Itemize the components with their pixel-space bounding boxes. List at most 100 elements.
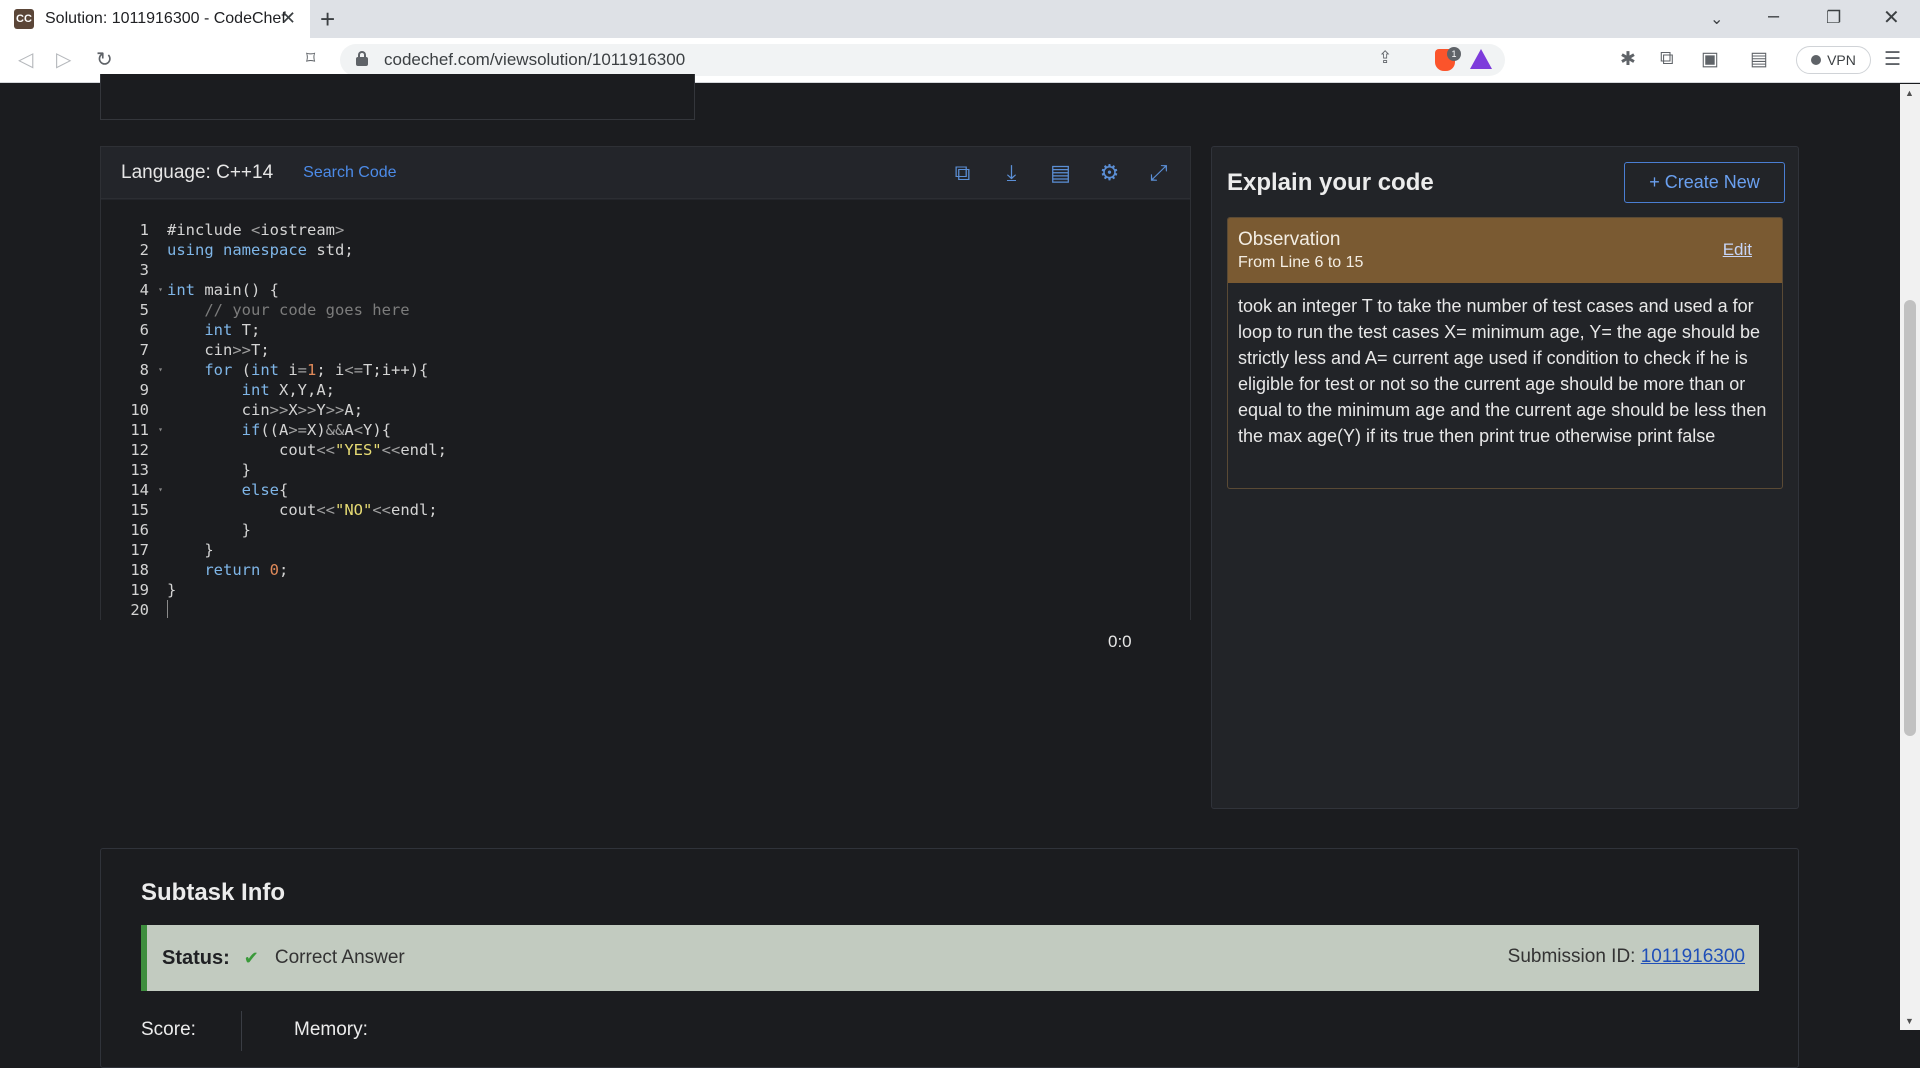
line-number-gutter: 1 2 3 4 ▾ 5 6 7 8 ▾ 9 10 11 ▾ 12 13 14 ▾ 15 16 17 18 19 20 <box>101 220 163 620</box>
observation-title: Observation <box>1238 229 1341 250</box>
shields-count-badge: 1 <box>1447 47 1461 61</box>
brave-rewards-icon[interactable] <box>1470 49 1492 69</box>
code-line: cin>>T; <box>167 341 270 359</box>
code-editor[interactable]: 1 2 3 4 ▾ 5 6 7 8 ▾ 9 10 11 ▾ 12 13 14 ▾ 15 16 17 18 19 20 #inc… <box>101 200 1190 620</box>
language-label: Language: C++14 <box>121 161 274 183</box>
observation-body: took an integer T to take the number of … <box>1228 283 1782 459</box>
previous-card-edge <box>100 74 695 120</box>
code-panel: Language: C++14 Search Code ⧉ ⤓ ▤ ⚙ ⤢ 1 2… <box>100 146 1191 620</box>
line-number: 5 <box>139 301 149 319</box>
bug-icon[interactable]: ✱ <box>1620 48 1636 71</box>
share-icon[interactable]: ⇪ <box>1378 48 1392 68</box>
lock-icon <box>356 51 368 66</box>
code-line: cin>>X>>Y>>A; <box>167 401 364 419</box>
file-icon[interactable]: ▤ <box>1047 159 1074 186</box>
code-line: cout<<"NO"<<endl; <box>167 501 438 519</box>
code-line: int main() { <box>167 281 279 299</box>
code-line: for (int i=1; i<=T;i++){ <box>204 361 429 379</box>
line-number: 8 ▾ <box>139 361 163 379</box>
line-number: 18 <box>130 561 149 579</box>
code-lines[interactable]: #include <iostream> using namespace std; i… <box>167 220 447 620</box>
status-value: Correct Answer <box>274 947 405 968</box>
observation-card: Observation From Line 6 to 15 Edit took … <box>1227 217 1783 489</box>
status-bar: Status: ✔ Correct Answer Submission ID: … <box>141 925 1759 991</box>
fold-arrow-icon[interactable]: ▾ <box>158 480 163 500</box>
fold-arrow-icon[interactable]: ▾ <box>158 360 163 380</box>
code-line: #include <iostream> <box>167 221 345 239</box>
memory-label: Memory: <box>294 1019 368 1040</box>
address-bar[interactable]: codechef.com/viewsolution/1011916300 ⇪ 1 <box>340 44 1505 76</box>
line-number: 16 <box>130 521 149 539</box>
code-line: if((A>=X)&&A<Y){ <box>241 421 392 439</box>
bookmark-icon[interactable]: ⌑ <box>306 48 315 69</box>
tab-title: Solution: 1011916300 - CodeChef <box>45 10 286 27</box>
line-number: 2 <box>139 241 149 259</box>
line-number: 1 <box>139 221 149 239</box>
fold-arrow-icon[interactable]: ▾ <box>158 420 163 440</box>
sidebar-icon[interactable]: ▣ <box>1701 48 1719 71</box>
line-number: 19 <box>130 581 149 599</box>
menu-icon[interactable]: ☰ <box>1884 48 1901 71</box>
back-icon[interactable]: ◁ <box>18 47 33 72</box>
explain-title: Explain your code <box>1227 169 1434 196</box>
scroll-down-arrow-icon[interactable]: ▼ <box>1905 1016 1914 1026</box>
close-window-icon[interactable]: ✕ <box>1883 5 1900 30</box>
code-line: } <box>167 581 177 599</box>
explain-code-panel: Explain your code + Create New Observati… <box>1211 146 1799 809</box>
settings-icon[interactable]: ⚙ <box>1096 159 1123 186</box>
code-line: cout<<"YES"<<endl; <box>167 441 447 459</box>
status-label: Status: <box>162 946 230 969</box>
fold-arrow-icon[interactable]: ▾ <box>158 280 163 300</box>
code-line: } <box>167 521 251 539</box>
page-scrollbar[interactable]: ▲ ▼ <box>1900 84 1920 1030</box>
text-cursor <box>167 600 168 618</box>
search-code-link[interactable]: Search Code <box>303 164 396 182</box>
line-number: 11 ▾ <box>130 421 163 439</box>
create-new-button[interactable]: + Create New <box>1624 162 1785 203</box>
observation-header: Observation From Line 6 to 15 Edit <box>1228 218 1782 283</box>
vpn-status-icon <box>1811 55 1822 65</box>
browser-tab-active[interactable]: CC Solution: 1011916300 - CodeChef ✕ <box>0 0 310 38</box>
reload-icon[interactable]: ↻ <box>96 47 113 72</box>
line-number: 6 <box>139 321 149 339</box>
observation-range: From Line 6 to 15 <box>1238 254 1364 271</box>
line-number: 17 <box>130 541 149 559</box>
line-number: 20 <box>130 601 149 619</box>
new-tab-plus-icon[interactable]: + <box>320 4 335 35</box>
download-icon[interactable]: ⤓ <box>998 159 1025 186</box>
minimize-icon[interactable]: – <box>1768 5 1779 28</box>
vpn-button[interactable]: VPN <box>1796 46 1871 74</box>
cursor-position: 0:0 <box>1108 632 1132 651</box>
expand-icon[interactable]: ⤢ <box>1145 159 1172 186</box>
line-number: 4 ▾ <box>139 281 163 299</box>
line-number: 9 <box>139 381 149 399</box>
code-line: else{ <box>241 481 289 499</box>
code-line: int T; <box>204 321 261 339</box>
page-content: Language: C++14 Search Code ⧉ ⤓ ▤ ⚙ ⤢ 1 2… <box>0 74 1900 1068</box>
code-line: using namespace std; <box>167 241 354 259</box>
wallet-icon[interactable]: ▤ <box>1750 48 1768 71</box>
tab-search-chevron-icon[interactable]: ⌄ <box>1710 9 1723 29</box>
code-line: // your code goes here <box>204 301 410 319</box>
divider <box>241 1011 242 1051</box>
line-number: 10 <box>130 401 149 419</box>
observation-edit-link[interactable]: Edit <box>1723 240 1752 260</box>
line-number: 7 <box>139 341 149 359</box>
scroll-up-arrow-icon[interactable]: ▲ <box>1905 88 1914 98</box>
submission-id-label: Submission ID: <box>1507 946 1636 967</box>
browser-tab-bar: CC Solution: 1011916300 - CodeChef ✕ + ⌄… <box>0 0 1920 38</box>
codechef-favicon-icon: CC <box>14 9 34 29</box>
code-line: } <box>167 541 214 559</box>
close-tab-icon[interactable]: ✕ <box>281 8 296 29</box>
extensions-icon[interactable]: ⧉ <box>1660 48 1674 70</box>
submission-id-link[interactable]: 1011916300 <box>1641 946 1745 967</box>
line-number: 14 ▾ <box>130 481 163 499</box>
code-line: int X,Y,A; <box>241 381 335 399</box>
forward-icon[interactable]: ▷ <box>56 47 71 72</box>
scroll-thumb[interactable] <box>1904 300 1916 736</box>
code-panel-header: Language: C++14 Search Code ⧉ ⤓ ▤ ⚙ ⤢ <box>101 147 1190 199</box>
url-text[interactable]: codechef.com/viewsolution/1011916300 <box>384 50 685 70</box>
copy-icon[interactable]: ⧉ <box>949 159 976 186</box>
restore-icon[interactable]: ❐ <box>1826 8 1841 28</box>
